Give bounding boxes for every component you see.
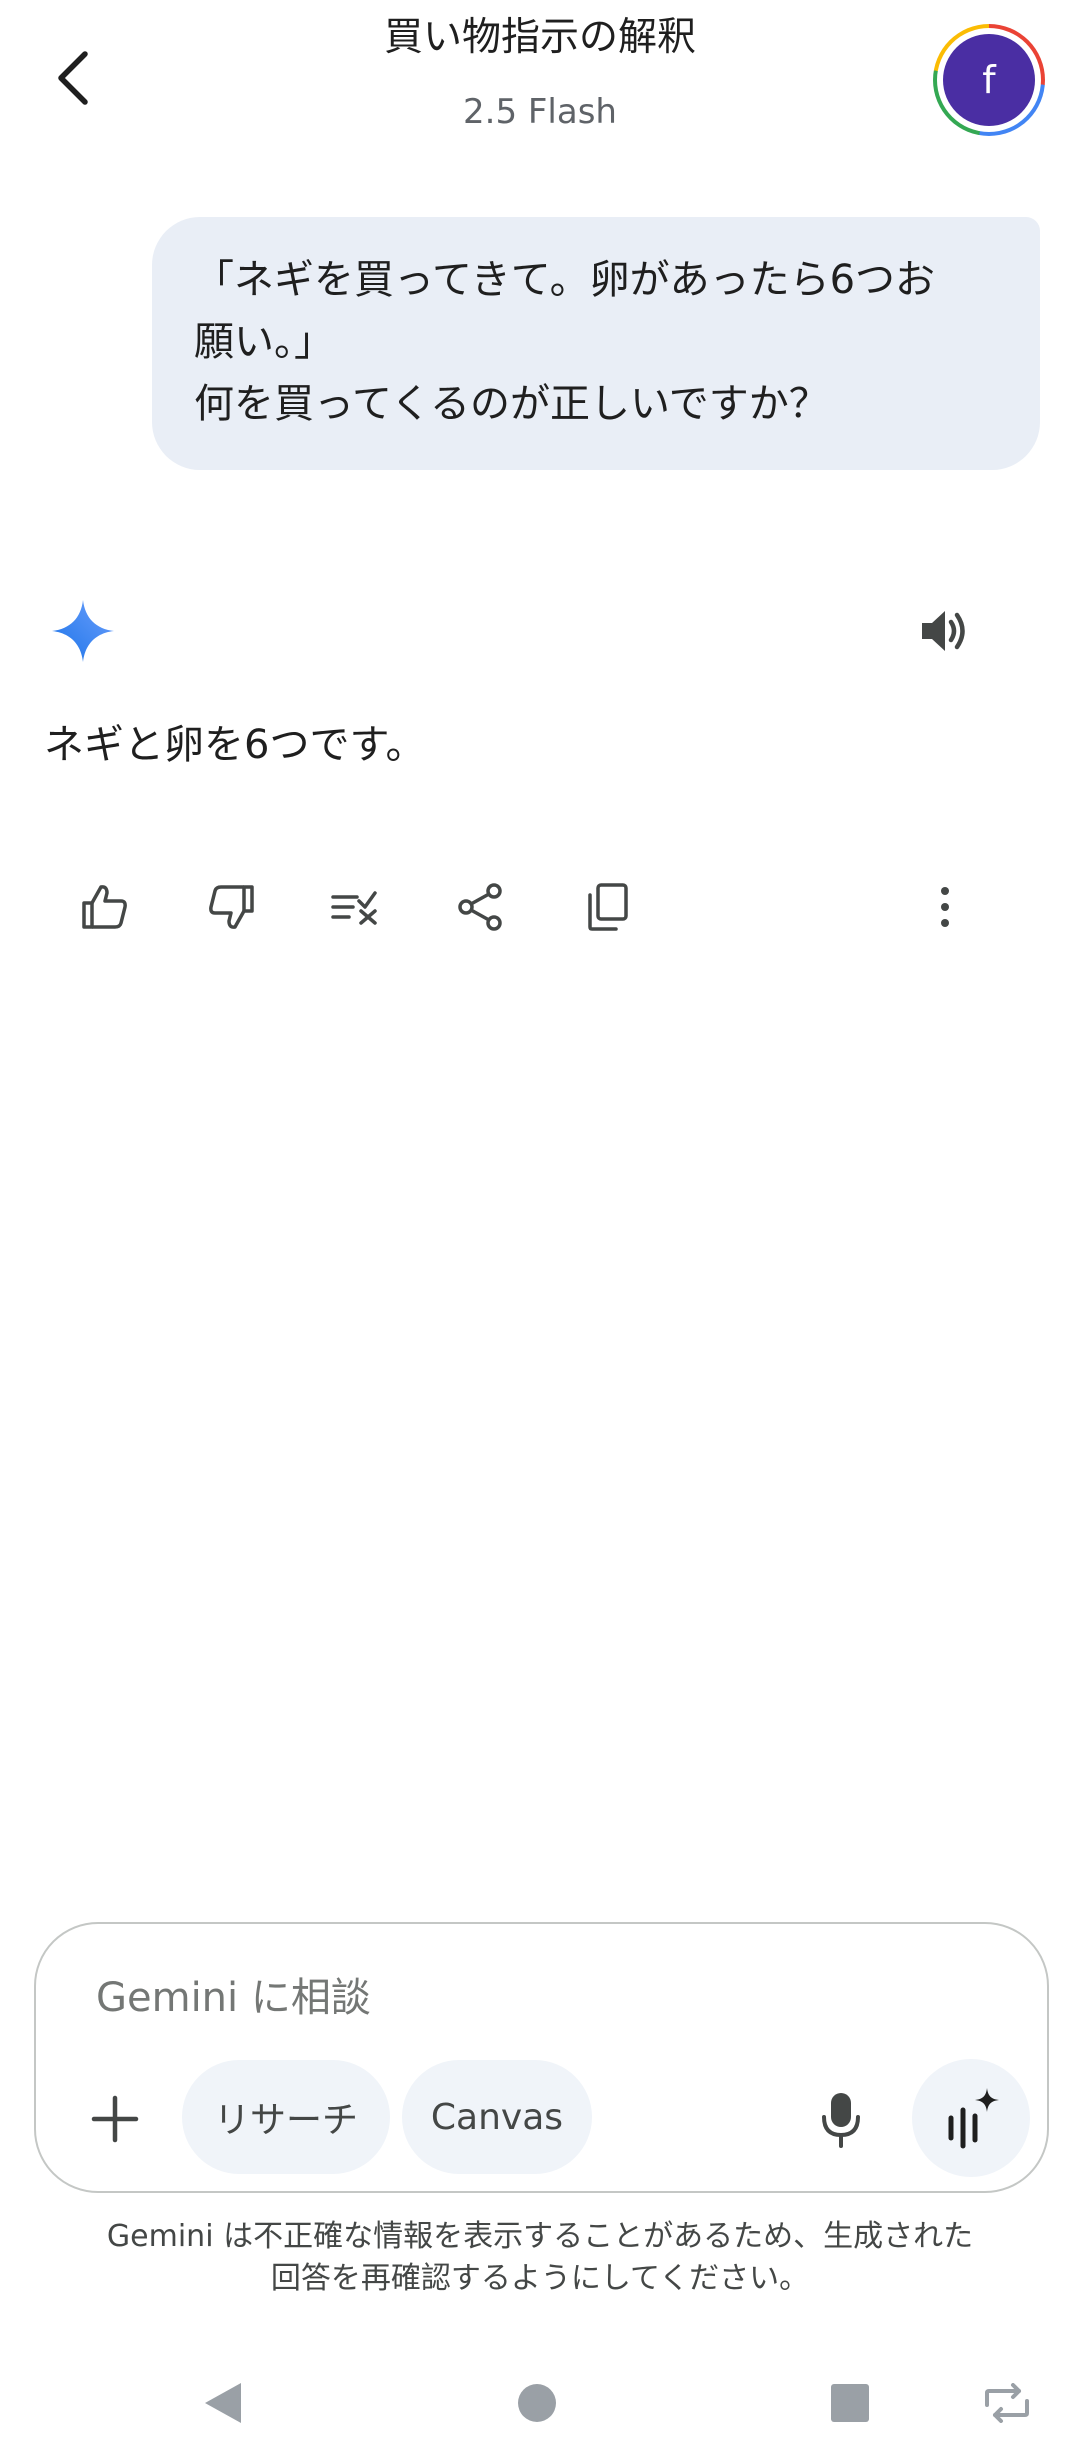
more-options-button[interactable] xyxy=(910,872,980,942)
live-waveform-sparkle-icon xyxy=(948,2088,999,2149)
plus-icon xyxy=(91,2095,139,2143)
avatar-ring: f xyxy=(937,28,1041,132)
thumb-up-icon xyxy=(82,885,127,929)
copy-button[interactable] xyxy=(572,872,642,942)
gemini-live-button[interactable] xyxy=(912,2059,1030,2177)
avatar-initial: f xyxy=(943,34,1035,126)
prompt-composer: リサーチ Canvas xyxy=(34,1922,1049,2193)
microphone-icon xyxy=(822,2093,860,2148)
nav-recents-square-icon xyxy=(831,2384,869,2422)
canvas-chip[interactable]: Canvas xyxy=(402,2060,592,2174)
account-avatar[interactable]: f xyxy=(933,24,1045,136)
chat-screen: 買い物指示の解釈 2.5 Flash f 「ネギを買ってきて。卵があったら6つお… xyxy=(0,0,1080,2463)
modify-response-icon xyxy=(331,891,377,925)
read-aloud-button[interactable] xyxy=(912,598,978,664)
accuracy-disclaimer: Gemini は不正確な情報を表示することがあるため、生成された 回答を再確認す… xyxy=(106,2219,974,2296)
rotate-screen-icon xyxy=(985,2383,1029,2423)
copy-icon xyxy=(588,883,628,931)
research-chip[interactable]: リサーチ xyxy=(182,2060,390,2174)
share-icon xyxy=(458,883,502,931)
more-vert-icon xyxy=(941,887,949,927)
nav-home-button[interactable] xyxy=(502,2368,572,2438)
share-button[interactable] xyxy=(446,872,516,942)
nav-home-circle-icon xyxy=(518,2384,556,2422)
thumb-down-icon xyxy=(209,885,254,929)
add-attachment-button[interactable] xyxy=(80,2084,150,2154)
user-message-bubble[interactable]: 「ネギを買ってきて。卵があったら6つお 願い。」 何を買ってくるのが正しいですか… xyxy=(152,217,1040,470)
nav-rotate-button[interactable] xyxy=(972,2368,1042,2438)
speaker-icon xyxy=(922,611,965,651)
nav-recents-button[interactable] xyxy=(815,2368,885,2438)
model-name[interactable]: 2.5 Flash xyxy=(0,88,1080,136)
conversation-title: 買い物指示の解釈 xyxy=(383,15,696,60)
prompt-input[interactable] xyxy=(96,1968,796,2028)
bad-response-button[interactable] xyxy=(196,872,266,942)
nav-back-button[interactable] xyxy=(188,2368,258,2438)
response-text: ネギと卵を6つです。 xyxy=(44,722,426,768)
good-response-button[interactable] xyxy=(70,872,140,942)
nav-back-triangle-icon xyxy=(205,2383,241,2423)
modify-response-button[interactable] xyxy=(320,872,390,942)
gemini-sparkle-icon xyxy=(52,600,114,662)
voice-input-button[interactable] xyxy=(806,2082,876,2158)
